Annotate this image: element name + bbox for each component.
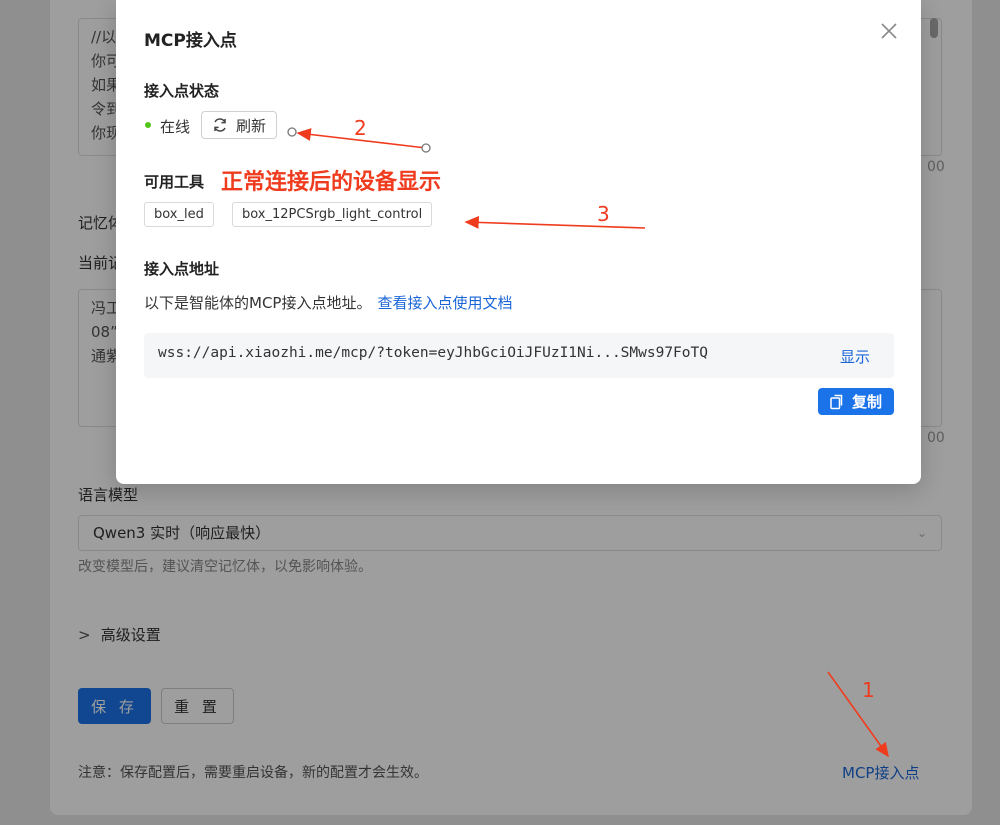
copy-icon: [830, 394, 843, 409]
address-section-title: 接入点地址: [144, 260, 220, 278]
refresh-label: 刷新: [235, 116, 266, 135]
annotation-marker-2: 2: [354, 116, 367, 140]
docs-link[interactable]: 查看接入点使用文档: [377, 294, 512, 312]
close-button[interactable]: [878, 20, 900, 42]
refresh-icon: [214, 118, 226, 132]
refresh-button[interactable]: 刷新: [201, 111, 277, 139]
status-section-title: 接入点状态: [144, 82, 220, 100]
tools-section-title: 可用工具: [144, 173, 205, 191]
annotation-marker-1: 1: [862, 678, 875, 702]
copy-button[interactable]: 复制: [818, 388, 894, 415]
mcp-endpoint-dialog: MCP接入点 接入点状态 在线 刷新 可用工具 正常连接后的设备显示 box_l…: [116, 0, 921, 484]
tool-tag-light-control: box_12PCSrgb_light_control: [232, 202, 433, 227]
address-description: 以下是智能体的MCP接入点地址。 查看接入点使用文档: [144, 292, 512, 313]
endpoint-url: wss://api.xiaozhi.me/mcp/?token=eyJhbGci…: [158, 345, 708, 361]
address-desc-text: 以下是智能体的MCP接入点地址。: [144, 294, 372, 312]
device-display-annotation: 正常连接后的设备显示: [221, 170, 442, 195]
close-icon: [881, 23, 897, 39]
endpoint-url-box: wss://api.xiaozhi.me/mcp/?token=eyJhbGci…: [144, 333, 894, 378]
copy-label: 复制: [851, 393, 882, 411]
show-url-button[interactable]: 显示: [840, 346, 870, 367]
status-text: 在线: [160, 118, 191, 136]
tool-tag-box-led: box_led: [144, 202, 214, 227]
online-status-dot: [145, 122, 151, 128]
dialog-title: MCP接入点: [144, 31, 237, 51]
annotation-marker-3: 3: [597, 202, 610, 226]
